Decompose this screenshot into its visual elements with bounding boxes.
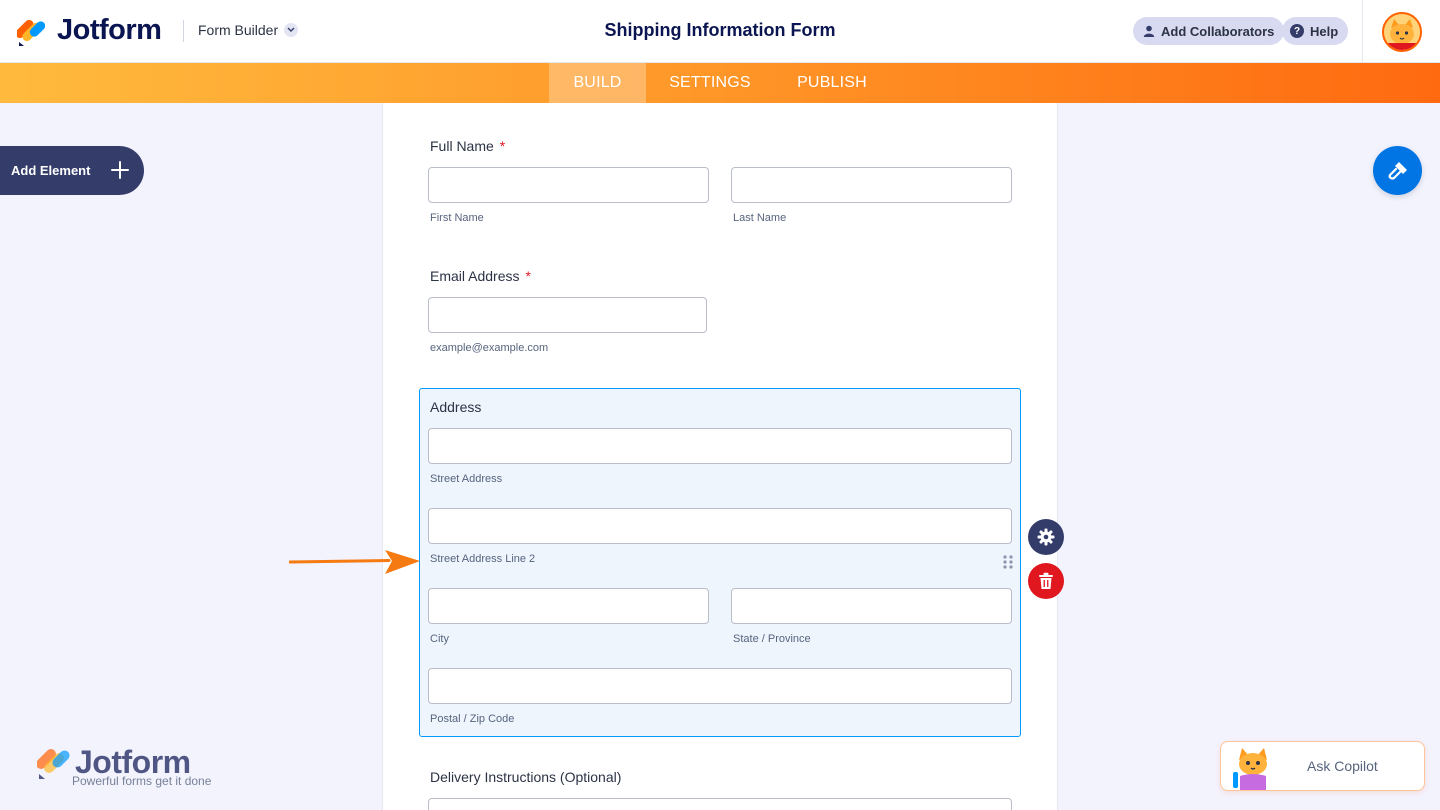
chevron-down-icon [284, 23, 299, 37]
street-address-input[interactable] [428, 428, 1012, 464]
address-label: Address [430, 399, 482, 415]
form-builder-label: Form Builder [198, 22, 279, 38]
email-label: Email Address * [430, 268, 531, 284]
add-collaborators-label: Add Collaborators [1161, 23, 1275, 39]
delivery-instructions-input[interactable] [428, 798, 1012, 810]
ask-copilot-label: Ask Copilot [1307, 758, 1378, 774]
copilot-cat-icon [1233, 748, 1267, 790]
email-sublabel: example@example.com [430, 342, 549, 354]
plus-icon [111, 161, 129, 179]
first-name-input[interactable] [428, 167, 709, 203]
email-text: Email Address [430, 268, 520, 284]
header-separator [1362, 0, 1363, 63]
email-input[interactable] [428, 297, 707, 333]
gear-icon [1037, 528, 1055, 546]
required-mark: * [525, 268, 531, 284]
add-collaborators-button[interactable]: Add Collaborators [1133, 17, 1285, 45]
drag-handle-icon[interactable] [1002, 554, 1014, 570]
street-address-line2-sublabel: Street Address Line 2 [430, 553, 536, 565]
tab-settings[interactable]: SETTINGS [652, 63, 768, 103]
ask-copilot-button[interactable]: Ask Copilot [1220, 741, 1425, 791]
street-address-sublabel: Street Address [430, 473, 503, 485]
jotform-watermark-icon [37, 749, 70, 779]
delivery-instructions-label: Delivery Instructions (Optional) [430, 769, 622, 785]
required-mark: * [499, 138, 506, 154]
field-settings-button[interactable] [1028, 519, 1064, 555]
delete-field-button[interactable] [1028, 563, 1064, 599]
cat-avatar-icon [1384, 14, 1420, 50]
full-name-label: Full Name * [430, 138, 505, 154]
city-sublabel: City [430, 633, 449, 645]
state-sublabel: State / Province [733, 633, 811, 645]
zip-code-input[interactable] [428, 668, 1012, 704]
last-name-input[interactable] [731, 167, 1012, 203]
jotform-logo[interactable]: Jotform [17, 14, 162, 47]
first-name-sublabel: First Name [430, 212, 484, 224]
avatar[interactable] [1382, 12, 1422, 52]
top-header: Jotform Form Builder Shipping Informatio… [0, 0, 1440, 63]
add-element-label: Add Element [11, 163, 91, 178]
paint-roller-icon [1388, 161, 1407, 180]
city-input[interactable] [428, 588, 709, 624]
help-button[interactable]: ? Help [1282, 17, 1349, 45]
logo-text: Jotform [57, 14, 162, 46]
tab-publish-label: PUBLISH [797, 74, 867, 91]
builder-tabs-bar: BUILD SETTINGS PUBLISH [0, 63, 1440, 103]
annotation-arrow-icon [289, 550, 420, 574]
watermark-tagline: Powerful forms get it done [72, 774, 212, 788]
state-input[interactable] [731, 588, 1012, 624]
tab-build-label: BUILD [573, 74, 622, 91]
form-designer-button[interactable] [1373, 146, 1422, 195]
street-address-line2-input[interactable] [428, 508, 1012, 544]
add-element-button[interactable]: Add Element [0, 146, 144, 195]
help-label: Help [1310, 23, 1339, 39]
question-icon: ? [1290, 24, 1304, 38]
jotform-logo-icon [17, 19, 45, 46]
user-icon [1143, 25, 1155, 37]
tab-publish[interactable]: PUBLISH [782, 63, 882, 103]
tab-settings-label: SETTINGS [669, 74, 751, 91]
header-divider [183, 20, 184, 42]
last-name-sublabel: Last Name [733, 212, 787, 224]
tab-build[interactable]: BUILD [549, 63, 646, 103]
trash-icon [1039, 572, 1053, 589]
full-name-text: Full Name [430, 138, 494, 154]
zip-code-sublabel: Postal / Zip Code [430, 713, 515, 725]
form-builder-dropdown[interactable]: Form Builder [198, 22, 299, 38]
